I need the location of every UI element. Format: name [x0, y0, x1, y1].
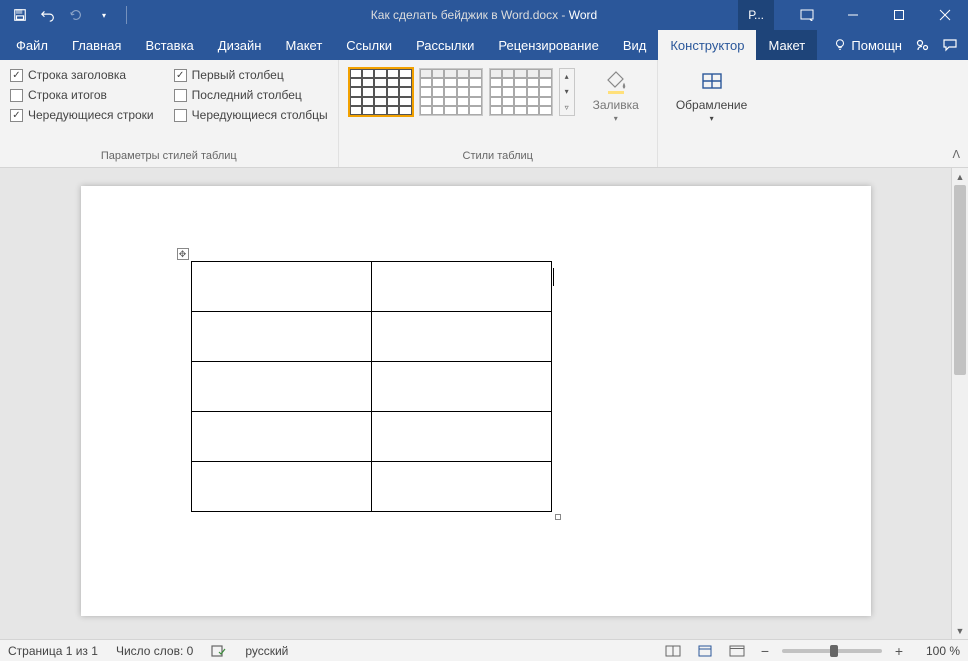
ribbon-display-options-button[interactable] [784, 0, 830, 30]
zoom-slider-knob[interactable] [830, 645, 838, 657]
chk-last-col[interactable]: Последний столбец [174, 88, 328, 102]
chevron-down-icon: ▾ [614, 114, 618, 123]
ribbon-tabs: Файл Главная Вставка Дизайн Макет Ссылки… [0, 30, 968, 60]
zoom-in-button[interactable]: + [892, 643, 906, 659]
save-button[interactable] [10, 5, 30, 25]
table-resize-handle[interactable] [555, 514, 561, 520]
status-spellcheck[interactable] [211, 644, 227, 658]
title-bar-right: Р... [738, 0, 968, 30]
zoom-level[interactable]: 100 % [916, 644, 960, 658]
view-print-layout-button[interactable] [694, 643, 716, 659]
scroll-track[interactable] [952, 185, 968, 622]
chk-total-row[interactable]: Строка итогов [10, 88, 154, 102]
checkbox-icon [10, 109, 23, 122]
table-cell[interactable] [191, 312, 371, 362]
tab-home[interactable]: Главная [60, 30, 133, 60]
vertical-scrollbar[interactable]: ▲ ▼ [951, 168, 968, 639]
comments-button[interactable] [942, 37, 958, 53]
tab-insert[interactable]: Вставка [133, 30, 205, 60]
tab-table-design[interactable]: Конструктор [658, 30, 756, 60]
account-button[interactable]: Р... [738, 0, 774, 30]
view-read-mode-button[interactable] [662, 643, 684, 659]
tell-me-button[interactable]: Помощн [833, 38, 902, 53]
tab-file[interactable]: Файл [4, 30, 60, 60]
table-cell[interactable] [371, 262, 551, 312]
tab-design[interactable]: Дизайн [206, 30, 274, 60]
table-cell[interactable] [371, 462, 551, 512]
close-button[interactable] [922, 0, 968, 30]
document-table[interactable] [191, 261, 552, 512]
scroll-thumb[interactable] [954, 185, 966, 375]
tab-view[interactable]: Вид [611, 30, 659, 60]
qat-customize-button[interactable]: ▾ [94, 5, 114, 25]
borders-button[interactable]: Обрамление ▾ [668, 64, 755, 123]
window-title: Как сделать бейджик в Word.docx - Word [371, 8, 597, 22]
group-label: Стили таблиц [349, 150, 647, 165]
checkbox-icon [174, 89, 187, 102]
chk-banded-cols[interactable]: Чередующиеся столбцы [174, 108, 328, 122]
table-cell[interactable] [371, 312, 551, 362]
chevron-down-icon: ▾ [710, 114, 714, 123]
table-cell[interactable] [191, 362, 371, 412]
shading-button[interactable]: Заливка ▾ [585, 64, 647, 123]
separator [126, 6, 127, 24]
app-name: Word [569, 8, 597, 22]
gallery-more-button[interactable]: ▴▾▿ [559, 68, 575, 116]
document-title: Как сделать бейджик в Word.docx [371, 8, 558, 22]
collapse-ribbon-button[interactable]: ᐱ [952, 148, 960, 161]
group-table-styles: ▴▾▿ Заливка ▾ Стили таблиц [339, 60, 658, 167]
view-web-layout-button[interactable] [726, 643, 748, 659]
minimize-button[interactable] [830, 0, 876, 30]
text-caret [553, 268, 554, 286]
table-cell[interactable] [191, 462, 371, 512]
table-cell[interactable] [371, 412, 551, 462]
document-page[interactable]: ✥ [81, 186, 871, 616]
table-style-thumb[interactable] [349, 68, 413, 116]
group-borders: Обрамление ▾ [658, 60, 765, 167]
document-scroll-area[interactable]: ✥ [0, 168, 951, 639]
quick-access-toolbar: ▾ [0, 5, 131, 25]
checkbox-icon [10, 89, 23, 102]
redo-button[interactable] [66, 5, 86, 25]
workspace: ✥ ▲ ▼ [0, 168, 968, 639]
checkbox-icon [174, 69, 187, 82]
status-word-count[interactable]: Число слов: 0 [116, 644, 193, 658]
tab-mailings[interactable]: Рассылки [404, 30, 486, 60]
undo-button[interactable] [38, 5, 58, 25]
maximize-button[interactable] [876, 0, 922, 30]
group-label: Параметры стилей таблиц [10, 150, 328, 165]
share-button[interactable] [914, 37, 930, 53]
checkbox-icon [10, 69, 23, 82]
checkbox-icon [174, 109, 187, 122]
table-cell[interactable] [371, 362, 551, 412]
status-language[interactable]: русский [245, 644, 288, 658]
chk-first-col[interactable]: Первый столбец [174, 68, 328, 82]
tab-review[interactable]: Рецензирование [486, 30, 610, 60]
table-cell[interactable] [191, 412, 371, 462]
zoom-slider[interactable] [782, 649, 882, 653]
table-move-handle-icon[interactable]: ✥ [177, 248, 189, 260]
table-cell[interactable] [191, 262, 371, 312]
zoom-out-button[interactable]: − [758, 643, 772, 659]
title-bar: ▾ Как сделать бейджик в Word.docx - Word… [0, 0, 968, 30]
group-table-style-options: Строка заголовка Строка итогов Чередующи… [0, 60, 339, 167]
ribbon: Строка заголовка Строка итогов Чередующи… [0, 60, 968, 168]
tab-references[interactable]: Ссылки [334, 30, 404, 60]
status-page[interactable]: Страница 1 из 1 [8, 644, 98, 658]
chk-banded-rows[interactable]: Чередующиеся строки [10, 108, 154, 122]
tab-layout[interactable]: Макет [273, 30, 334, 60]
scroll-up-button[interactable]: ▲ [952, 168, 968, 185]
status-bar: Страница 1 из 1 Число слов: 0 русский − … [0, 639, 968, 661]
ribbon-tabs-right: Помощн [833, 30, 968, 60]
chk-header-row[interactable]: Строка заголовка [10, 68, 154, 82]
table-style-thumb[interactable] [489, 68, 553, 116]
table-style-thumb[interactable] [419, 68, 483, 116]
table-style-gallery[interactable]: ▴▾▿ [349, 64, 575, 116]
scroll-down-button[interactable]: ▼ [952, 622, 968, 639]
tab-table-layout[interactable]: Макет [756, 30, 817, 60]
